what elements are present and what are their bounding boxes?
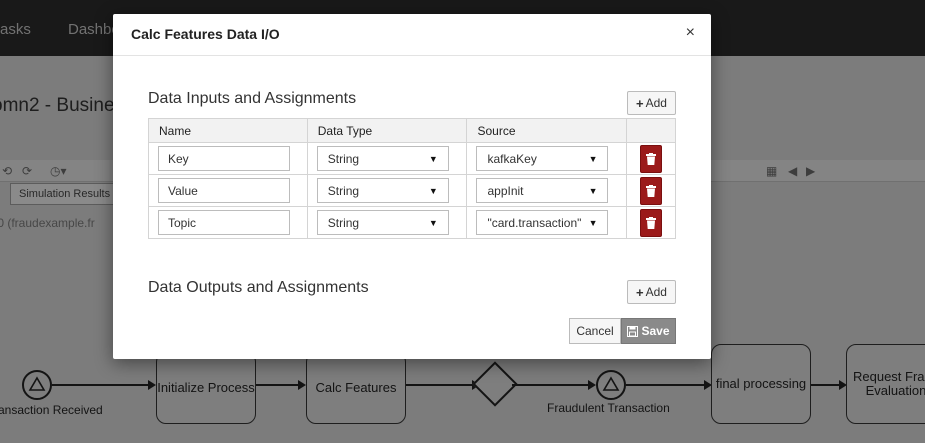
dialog-title: Calc Features Data I/O [131,26,280,42]
inputs-section-title: Data Inputs and Assignments [148,90,357,107]
caret-down-icon: ▼ [428,153,438,164]
trash-icon [646,184,657,197]
trash-icon [646,216,657,229]
data-io-dialog: Calc Features Data I/O × Data Inputs and… [113,14,711,359]
save-button[interactable]: Save [621,318,676,344]
column-header-actions [626,118,676,143]
caret-down-icon: ▼ [588,153,598,164]
name-input[interactable]: Value [158,178,290,203]
add-output-button[interactable]: + Add [627,280,676,304]
caret-down-icon: ▼ [588,185,598,196]
column-header-name: Name [148,118,308,143]
source-value: kafkaKey [487,151,537,166]
source-select[interactable]: appInit ▼ [476,178,609,203]
plus-icon: + [636,95,644,111]
table-header-row: Name Data Type Source [148,118,676,143]
table-row: Value String ▼ appInit ▼ [148,174,676,207]
source-select[interactable]: "card.transaction" ▼ [476,210,609,235]
name-input[interactable]: Topic [158,210,290,235]
column-header-data-type: Data Type [306,118,468,143]
data-type-value: String [327,215,360,230]
close-button[interactable]: × [686,24,695,42]
caret-down-icon: ▼ [588,217,598,228]
dialog-header: Calc Features Data I/O × [113,14,711,56]
source-select[interactable]: kafkaKey ▼ [476,146,609,171]
data-type-select[interactable]: String ▼ [316,210,449,235]
data-type-select[interactable]: String ▼ [316,146,449,171]
name-input[interactable]: Key [158,146,290,171]
table-row: Topic String ▼ "card.transaction" ▼ [148,206,676,239]
data-type-select[interactable]: String ▼ [316,178,449,203]
plus-icon: + [636,284,644,300]
trash-icon [646,152,657,165]
save-label: Save [641,324,670,338]
cancel-button[interactable]: Cancel [569,318,621,344]
column-header-source: Source [466,118,628,143]
caret-down-icon: ▼ [428,185,438,196]
delete-row-button[interactable] [640,208,663,237]
source-value: appInit [487,183,524,198]
caret-down-icon: ▼ [428,217,438,228]
inputs-table: Name Data Type Source Key String ▼ kafkaK… [148,118,676,239]
delete-row-button[interactable] [640,176,663,205]
data-type-value: String [327,183,360,198]
data-type-value: String [327,151,360,166]
add-input-label: Add [645,96,667,110]
floppy-disk-icon [627,325,639,337]
add-output-label: Add [645,285,667,299]
table-row: Key String ▼ kafkaKey ▼ [148,142,676,175]
source-value: "card.transaction" [487,215,582,230]
delete-row-button[interactable] [640,144,663,173]
outputs-section-title: Data Outputs and Assignments [148,279,369,296]
add-input-button[interactable]: + Add [627,91,676,115]
